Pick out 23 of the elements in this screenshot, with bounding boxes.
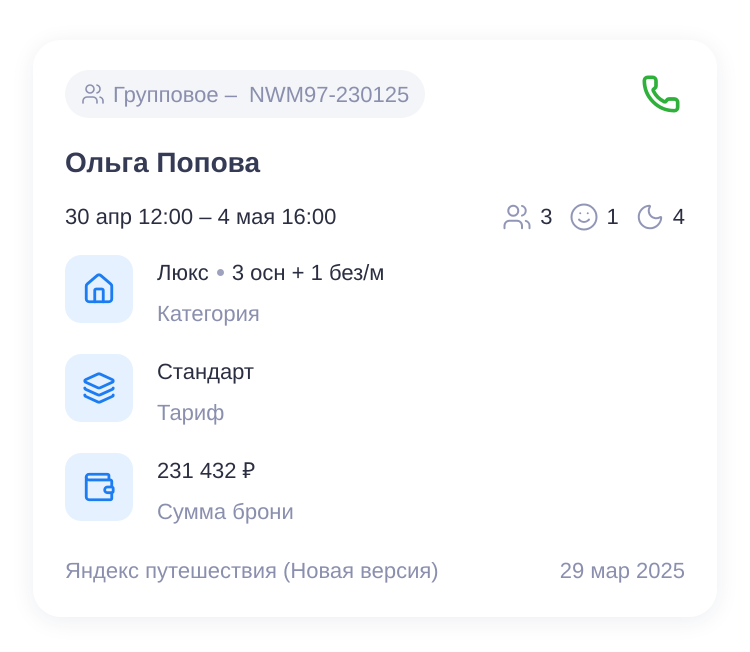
booking-source: Яндекс путешествия (Новая версия) xyxy=(65,557,439,585)
count-value: 1 xyxy=(606,203,619,231)
booking-date: 29 мар 2025 xyxy=(560,557,685,585)
house-icon xyxy=(82,272,116,306)
count-value: 4 xyxy=(672,203,685,231)
count-value: 3 xyxy=(540,203,552,231)
detail-value: 231 432 ₽ xyxy=(157,457,256,485)
wallet-icon xyxy=(82,470,116,504)
people-icon xyxy=(81,82,105,106)
guest-name: Ольга Попова xyxy=(65,146,262,180)
detail-label: Категория xyxy=(157,300,261,328)
detail-value: Люкс xyxy=(157,259,209,287)
detail-label: Сумма брони xyxy=(157,498,294,526)
layers-icon xyxy=(82,371,116,405)
detail-extra: 3 осн + 1 без/м xyxy=(232,259,384,287)
detail-label: Тариф xyxy=(157,399,226,427)
child-face-icon xyxy=(568,202,598,232)
booking-code: NWM97-230125 xyxy=(249,80,410,108)
detail-value: Стандарт xyxy=(157,358,254,386)
booking-type: Групповое – xyxy=(113,80,237,109)
call-button[interactable] xyxy=(641,74,681,114)
phone-icon xyxy=(641,74,681,114)
stay-dates: 30 апр 12:00 – 4 мая 16:00 xyxy=(65,203,336,231)
